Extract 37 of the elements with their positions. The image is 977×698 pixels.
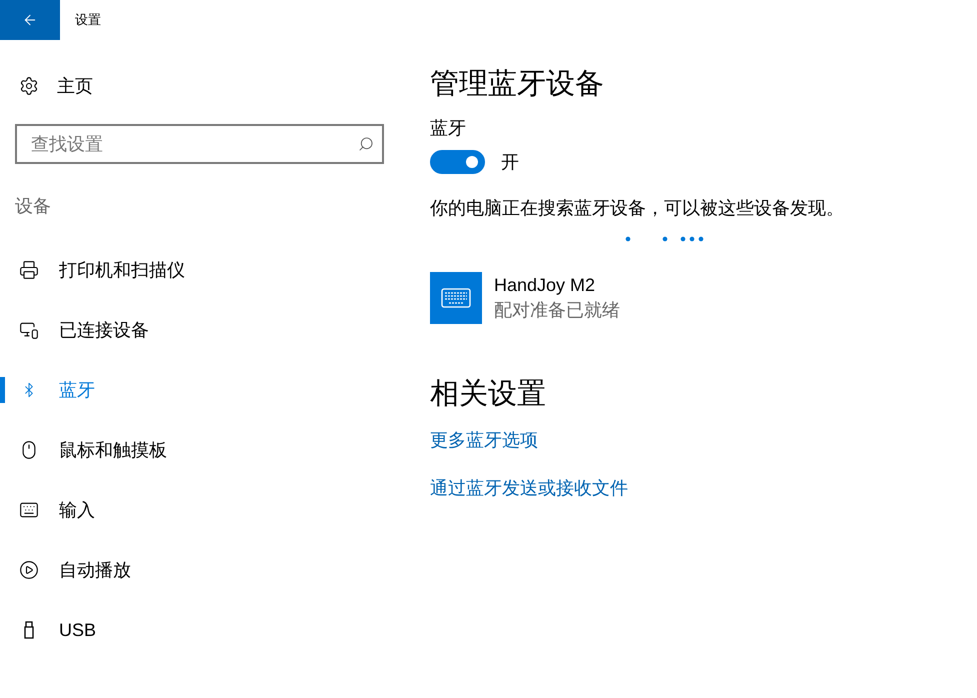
sidebar-item[interactable]: 打印机和扫描仪 <box>0 240 400 300</box>
printer-icon <box>19 260 39 280</box>
related-settings-heading: 相关设置 <box>430 377 546 412</box>
page-title: 管理蓝牙设备 <box>430 67 604 102</box>
sidebar-item[interactable]: 自动播放 <box>0 540 400 600</box>
keyboard-icon <box>19 500 39 520</box>
sidebar-item[interactable]: 蓝牙 <box>0 360 400 420</box>
keyboard-device-icon <box>430 272 482 324</box>
status-text: 你的电脑正在搜索蓝牙设备，可以被这些设备发现。 <box>430 197 844 220</box>
toggle-state: 开 <box>501 151 519 174</box>
device-item[interactable]: HandJoy M2 配对准备已就绪 <box>430 272 620 324</box>
settings-link[interactable]: 更多蓝牙选项 <box>430 428 538 452</box>
section-heading: 设备 <box>15 195 52 218</box>
search-icon <box>358 136 374 152</box>
sidebar-item-label: USB <box>59 620 96 640</box>
sidebar-item-label: 自动播放 <box>59 559 131 582</box>
device-name: HandJoy M2 <box>494 274 596 296</box>
device-status: 配对准备已就绪 <box>494 298 620 322</box>
sidebar-item-label: 输入 <box>59 499 95 522</box>
settings-icon <box>19 76 39 96</box>
search-field[interactable]: 查找设置 <box>15 124 384 164</box>
bluetooth-toggle[interactable] <box>430 150 485 174</box>
bluetooth-label: 蓝牙 <box>430 117 466 140</box>
sidebar-item[interactable]: 鼠标和触摸板 <box>0 420 400 480</box>
settings-link[interactable]: 通过蓝牙发送或接收文件 <box>430 476 628 500</box>
sidebar-item[interactable]: USB <box>0 600 400 660</box>
sidebar-item[interactable]: 已连接设备 <box>0 300 400 360</box>
devices-icon <box>19 320 39 340</box>
home-link[interactable]: 主页 <box>57 74 93 98</box>
sidebar-item-label: 已连接设备 <box>59 319 149 342</box>
sidebar-item-label: 鼠标和触摸板 <box>59 439 167 462</box>
play-circle-icon <box>19 560 39 580</box>
sidebar-item-label: 蓝牙 <box>59 379 95 402</box>
sidebar-item[interactable]: 输入 <box>0 480 400 540</box>
selection-indicator <box>0 377 5 403</box>
window-title: 设置 <box>75 11 101 29</box>
sidebar-item-label: 打印机和扫描仪 <box>59 259 185 282</box>
